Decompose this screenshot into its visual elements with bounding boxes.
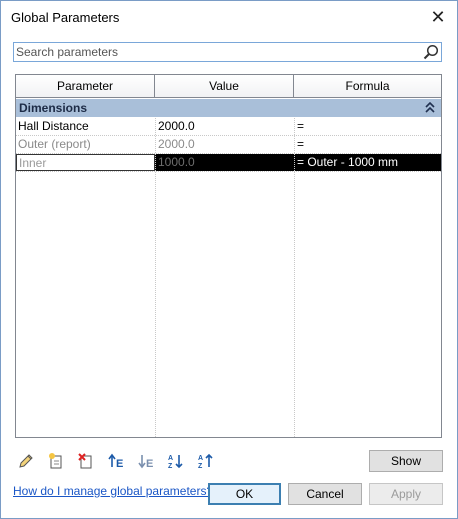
parameter-value-cell[interactable]: 1000.0 xyxy=(155,154,294,171)
parameter-value-cell[interactable]: 2000.0 xyxy=(155,118,294,135)
svg-text:A: A xyxy=(168,455,173,462)
parameter-rows: Hall Distance 2000.0 = Outer (report) 20… xyxy=(16,118,441,172)
parameter-name-cell[interactable]: Hall Distance xyxy=(16,118,155,135)
table-row[interactable]: Hall Distance 2000.0 = xyxy=(16,118,441,136)
search-box xyxy=(13,42,442,62)
table-row[interactable]: Outer (report) 2000.0 = xyxy=(16,136,441,154)
group-header-dimensions[interactable]: Dimensions xyxy=(16,99,441,117)
global-parameters-dialog: Global Parameters ✕ Parameter Value Form… xyxy=(0,0,458,519)
parameter-formula-cell[interactable]: = xyxy=(294,136,441,153)
column-divider xyxy=(155,136,156,437)
svg-text:Z: Z xyxy=(198,463,203,470)
svg-text:Z: Z xyxy=(168,463,173,470)
group-label: Dimensions xyxy=(19,101,88,115)
parameter-name-cell[interactable]: Outer (report) xyxy=(16,136,155,153)
close-icon[interactable]: ✕ xyxy=(427,6,449,28)
svg-text:E: E xyxy=(146,458,153,470)
help-link[interactable]: How do I manage global parameters? xyxy=(13,484,213,498)
delete-parameter-icon[interactable] xyxy=(75,450,97,472)
show-button[interactable]: Show xyxy=(369,450,443,472)
table-row-selected[interactable]: Inner 1000.0 = Outer - 1000 mm xyxy=(16,154,441,172)
ok-button[interactable]: OK xyxy=(208,483,281,505)
search-input[interactable] xyxy=(16,44,416,60)
column-header-value[interactable]: Value xyxy=(155,75,294,97)
new-parameter-icon[interactable] xyxy=(45,450,67,472)
column-header-row: Parameter Value Formula xyxy=(16,75,441,98)
search-icon[interactable] xyxy=(423,44,439,60)
svg-text:E: E xyxy=(116,458,123,470)
apply-button[interactable]: Apply xyxy=(369,483,443,505)
column-divider xyxy=(294,136,295,437)
sort-ascending-icon[interactable]: A Z xyxy=(165,450,187,472)
title-bar: Global Parameters ✕ xyxy=(1,1,457,33)
move-down-icon[interactable]: E xyxy=(135,450,157,472)
column-header-parameter[interactable]: Parameter xyxy=(16,75,155,97)
parameter-toolbar: E E A Z A Z xyxy=(15,450,225,472)
parameter-formula-cell[interactable]: = xyxy=(294,118,441,135)
move-up-icon[interactable]: E xyxy=(105,450,127,472)
cancel-button[interactable]: Cancel xyxy=(288,483,362,505)
sort-descending-icon[interactable]: A Z xyxy=(195,450,217,472)
edit-parameter-icon[interactable] xyxy=(15,450,37,472)
dialog-title: Global Parameters xyxy=(11,10,120,25)
parameters-grid: Parameter Value Formula Dimensions Hall … xyxy=(15,74,442,438)
column-header-formula[interactable]: Formula xyxy=(294,75,441,97)
parameter-name-cell[interactable]: Inner xyxy=(16,154,155,171)
parameter-value-cell[interactable]: 2000.0 xyxy=(155,136,294,153)
collapse-group-icon[interactable] xyxy=(425,102,435,114)
parameter-formula-cell[interactable]: = Outer - 1000 mm xyxy=(294,154,441,171)
svg-text:A: A xyxy=(198,455,203,462)
